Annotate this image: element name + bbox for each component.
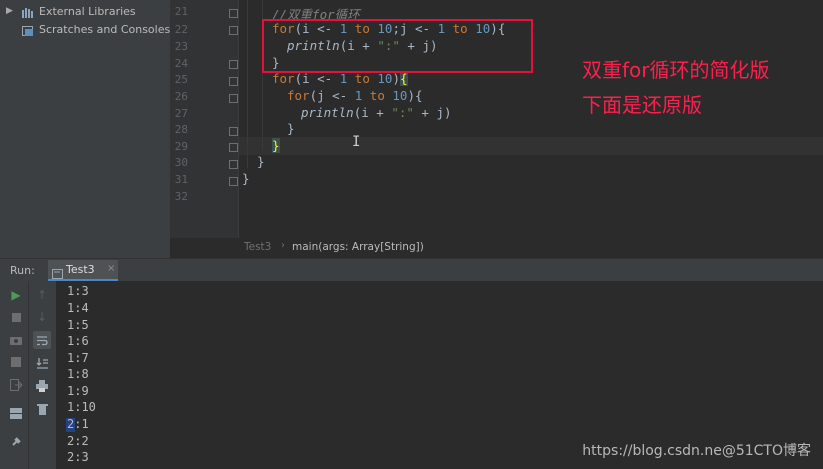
run-label: Run: bbox=[10, 264, 35, 277]
camera-icon[interactable] bbox=[8, 332, 24, 348]
line-number: 24 bbox=[174, 57, 188, 70]
annotation-text: 双重for循环的简化版 bbox=[582, 58, 770, 82]
line-number: 25 bbox=[174, 73, 188, 86]
code-function: println bbox=[301, 105, 354, 120]
run-toolwindow-header: Run: Test3 × bbox=[0, 258, 823, 281]
scratches-icon bbox=[22, 26, 33, 36]
line-number: 26 bbox=[174, 90, 188, 103]
highlight-box bbox=[262, 19, 533, 73]
watermark: https://blog.csdn.ne@51CTO博客 bbox=[582, 443, 811, 459]
tree-item-scratches[interactable]: Scratches and Consoles bbox=[0, 22, 170, 40]
breadcrumb-file[interactable]: Test3 bbox=[244, 241, 271, 253]
code-text: } bbox=[287, 121, 295, 136]
fold-marker-icon[interactable] bbox=[229, 177, 238, 186]
layout-icon[interactable] bbox=[8, 405, 24, 421]
code-text: + j) bbox=[413, 105, 452, 120]
console-line: 1:8 bbox=[67, 367, 89, 381]
console-line: 1:6 bbox=[67, 334, 89, 348]
annotation-text: 下面是还原版 bbox=[582, 93, 702, 117]
code-line-26: for(j <- 1 to 10){ bbox=[287, 88, 423, 105]
fold-marker-icon[interactable] bbox=[229, 94, 238, 103]
line-number: 22 bbox=[174, 23, 188, 36]
code-number: 10 bbox=[377, 71, 393, 86]
rerun-icon[interactable]: ▶ bbox=[8, 287, 24, 303]
fold-marker-icon[interactable] bbox=[229, 143, 238, 152]
code-line-28: } bbox=[287, 121, 295, 138]
tree-item-label: Scratches and Consoles bbox=[39, 23, 171, 36]
current-line-highlight bbox=[239, 137, 823, 155]
code-text: ){ bbox=[407, 88, 423, 103]
toolbar-divider bbox=[28, 281, 29, 469]
fold-marker-icon[interactable] bbox=[229, 60, 238, 69]
code-text: } bbox=[257, 154, 265, 169]
scroll-to-end-icon[interactable] bbox=[34, 355, 50, 371]
print-icon[interactable] bbox=[34, 378, 50, 394]
arrow-down-icon[interactable]: ↓ bbox=[34, 309, 50, 325]
console-line: 1:7 bbox=[67, 351, 89, 365]
fold-marker-icon[interactable] bbox=[229, 9, 238, 18]
console-line: 2:1 bbox=[67, 417, 89, 431]
console-line: 1:10 bbox=[67, 400, 96, 414]
pin-tab-icon[interactable] bbox=[8, 434, 24, 450]
project-panel: ▶ External Libraries Scratches and Conso… bbox=[0, 0, 170, 258]
console-line: 2:3 bbox=[67, 450, 89, 464]
code-keyword: to bbox=[362, 88, 393, 103]
library-icon bbox=[22, 8, 33, 18]
breadcrumb: Test3 › main(args: Array[String]) bbox=[239, 238, 823, 258]
console-line: 1:3 bbox=[67, 284, 89, 298]
line-number: 29 bbox=[174, 140, 188, 153]
code-text: } bbox=[242, 171, 250, 186]
code-number: 10 bbox=[392, 88, 408, 103]
fold-marker-icon[interactable] bbox=[229, 127, 238, 136]
console-line: 2:2 bbox=[67, 434, 89, 448]
line-number: 30 bbox=[174, 156, 188, 169]
close-icon[interactable]: × bbox=[107, 263, 115, 274]
code-keyword: to bbox=[347, 71, 378, 86]
code-keyword: for bbox=[287, 88, 310, 103]
matched-brace: { bbox=[399, 71, 408, 86]
line-number: 31 bbox=[174, 173, 188, 186]
code-text: (i <- bbox=[294, 71, 340, 86]
console-line: 1:4 bbox=[67, 301, 89, 315]
matched-brace: } bbox=[272, 138, 280, 153]
pin-icon[interactable] bbox=[8, 354, 24, 370]
chevron-right-icon: › bbox=[281, 240, 285, 251]
code-line-30: } bbox=[257, 154, 265, 171]
fold-marker-icon[interactable] bbox=[229, 26, 238, 35]
exit-icon[interactable] bbox=[8, 377, 24, 393]
trash-icon[interactable] bbox=[34, 401, 50, 417]
code-string: ":" bbox=[391, 105, 414, 120]
code-text: ) bbox=[392, 71, 400, 86]
code-line-27: println(i + ":" + j) bbox=[301, 105, 452, 122]
line-number: 21 bbox=[174, 5, 188, 18]
console-line: 1:9 bbox=[67, 384, 89, 398]
console-line: 1:5 bbox=[67, 318, 89, 332]
line-number: 28 bbox=[174, 123, 188, 136]
expand-arrow-icon[interactable]: ▶ bbox=[6, 6, 13, 16]
tab-label: Test3 bbox=[66, 263, 95, 276]
arrow-up-icon[interactable]: ↑ bbox=[34, 287, 50, 303]
text-cursor-icon: I bbox=[352, 134, 361, 150]
stop-icon[interactable] bbox=[8, 309, 24, 325]
soft-wrap-icon[interactable] bbox=[33, 331, 51, 349]
line-number: 23 bbox=[174, 40, 188, 53]
code-keyword: for bbox=[272, 71, 295, 86]
tree-item-external-libraries[interactable]: ▶ External Libraries bbox=[0, 4, 170, 22]
code-line-25: for(i <- 1 to 10){ bbox=[272, 71, 408, 88]
code-text: (i + bbox=[353, 105, 392, 120]
line-number: 27 bbox=[174, 107, 188, 120]
fold-marker-icon[interactable] bbox=[229, 77, 238, 86]
fold-marker-icon[interactable] bbox=[229, 160, 238, 169]
tab-test3[interactable]: Test3 × bbox=[48, 260, 118, 281]
line-number: 32 bbox=[174, 190, 188, 203]
code-line-29: } bbox=[272, 138, 280, 155]
code-line-31: } bbox=[242, 171, 250, 188]
indent-guide bbox=[247, 0, 248, 168]
tree-item-label: External Libraries bbox=[39, 5, 136, 18]
breadcrumb-method[interactable]: main(args: Array[String]) bbox=[292, 241, 424, 253]
code-text: (j <- bbox=[309, 88, 355, 103]
